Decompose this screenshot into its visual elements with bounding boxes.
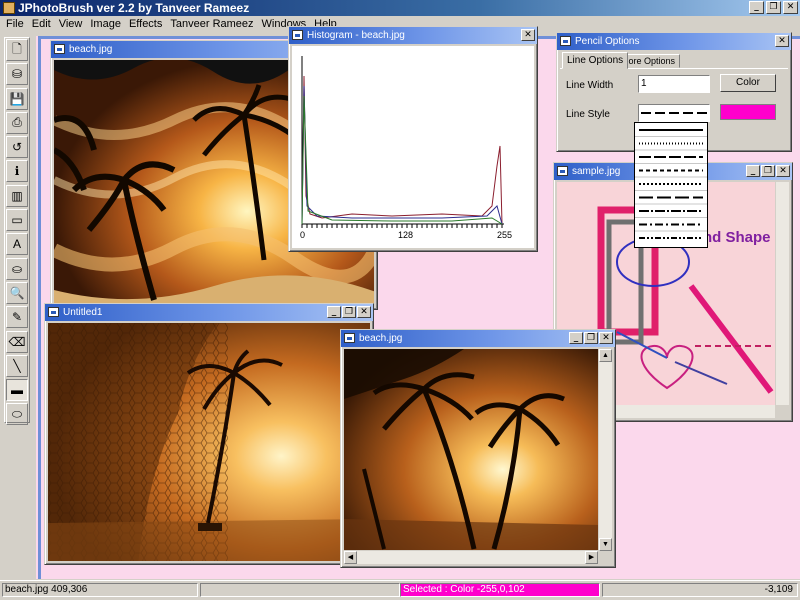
window-title: Histogram - beach.jpg xyxy=(307,30,405,41)
horizontal-scrollbar[interactable]: ◀ ▶ xyxy=(344,551,598,564)
image-icon xyxy=(54,44,65,54)
mosaic-beach-image xyxy=(48,323,370,561)
sample-text: nd Shape xyxy=(703,229,771,246)
window-title: sample.jpg xyxy=(572,166,621,177)
close-button[interactable]: ✕ xyxy=(775,35,789,47)
rectangle-tool-icon[interactable]: ▬ xyxy=(6,379,28,402)
close-button[interactable]: ✕ xyxy=(776,165,790,177)
histogram-window[interactable]: Histogram - beach.jpg ✕ 0 128 255 xyxy=(288,26,538,252)
undo-icon[interactable]: ↺ xyxy=(6,136,28,159)
beach-window-2[interactable]: beach.jpg _ ❐ ✕ ▲ ▼ ◀ ▶ xyxy=(340,329,616,568)
app-title-bar[interactable]: JPhotoBrush ver 2.2 by Tanveer Rameez _ … xyxy=(0,0,800,16)
scroll-down-button[interactable]: ▼ xyxy=(599,538,612,551)
eyedropper-icon[interactable]: ✎ xyxy=(6,306,28,329)
info-icon[interactable]: ℹ xyxy=(6,160,28,183)
status-selected-color: Selected : Color -255,0,102 xyxy=(400,583,600,597)
restore-button[interactable]: ❐ xyxy=(584,332,598,344)
close-button[interactable]: ✕ xyxy=(521,29,535,41)
rectangle-select-icon[interactable]: ▭ xyxy=(6,209,28,232)
axis-label-0: 0 xyxy=(300,230,305,240)
ellipse-tool-icon[interactable]: ⬭ xyxy=(6,403,28,426)
image-canvas[interactable] xyxy=(48,323,370,561)
image-icon xyxy=(557,166,568,176)
restore-button[interactable]: ❐ xyxy=(342,306,356,318)
open-file-icon[interactable]: ⛁ xyxy=(6,63,28,86)
zoom-icon[interactable]: 🔍 xyxy=(6,281,28,304)
line-width-input[interactable]: 1 xyxy=(638,75,710,93)
scroll-left-button[interactable]: ◀ xyxy=(344,551,357,564)
scroll-right-button[interactable]: ▶ xyxy=(585,551,598,564)
restore-button[interactable]: ❐ xyxy=(761,165,775,177)
line-style-label: Line Style xyxy=(566,109,610,120)
new-file-icon[interactable]: 🗋 xyxy=(6,39,28,61)
line-style-select[interactable] xyxy=(638,104,710,122)
window-title: beach.jpg xyxy=(69,44,113,55)
restore-button[interactable]: ❐ xyxy=(766,1,781,14)
close-button[interactable]: ✕ xyxy=(357,306,371,318)
menu-image[interactable]: Image xyxy=(86,17,125,32)
fill-bucket-icon[interactable]: ⛀ xyxy=(6,257,28,280)
menu-effects[interactable]: Effects xyxy=(125,17,166,32)
menu-edit[interactable]: Edit xyxy=(28,17,55,32)
status-empty xyxy=(200,583,400,597)
histogram-plot: 0 128 255 xyxy=(300,56,512,240)
window-title: Untitled1 xyxy=(63,307,103,318)
window-title-bar[interactable]: Untitled1 _ ❐ ✕ xyxy=(45,304,373,321)
line-width-label: Line Width xyxy=(566,80,614,91)
app-icon xyxy=(3,2,15,14)
histogram-icon xyxy=(292,30,303,40)
vertical-scrollbar[interactable] xyxy=(776,182,789,405)
tool-palette: 🗋 ⛁ 💾 ⎙ ↺ ℹ ▥ ▭ A ⛀ 🔍 ✎ ⌫ ╲ ▬ ⬭ xyxy=(4,37,30,426)
color-button[interactable]: Color xyxy=(720,74,776,92)
minimize-button[interactable]: _ xyxy=(749,1,764,14)
histogram-area: 0 128 255 xyxy=(292,46,534,248)
status-coordinates: beach.jpg 409,306 xyxy=(2,583,198,597)
window-title-bar[interactable]: Histogram - beach.jpg ✕ xyxy=(289,27,537,44)
menu-tanveer[interactable]: Tanveer Rameez xyxy=(166,17,257,32)
vertical-scrollbar[interactable]: ▲ ▼ xyxy=(599,349,612,551)
window-title-bar[interactable]: Pencil Options ✕ xyxy=(557,33,791,50)
image-icon xyxy=(48,307,59,317)
axis-label-255: 255 xyxy=(497,230,512,240)
close-button[interactable]: ✕ xyxy=(599,332,613,344)
line-tool-icon[interactable]: ╲ xyxy=(6,354,28,377)
scroll-up-button[interactable]: ▲ xyxy=(599,349,612,362)
line-style-dropdown[interactable] xyxy=(634,122,708,248)
close-button[interactable]: ✕ xyxy=(783,1,798,14)
tab-line-options[interactable]: Line Options xyxy=(562,52,629,69)
line-style-preview xyxy=(641,112,707,114)
untitled-window[interactable]: Untitled1 _ ❐ ✕ xyxy=(44,303,374,565)
image-canvas[interactable] xyxy=(344,349,598,551)
minimize-button[interactable]: _ xyxy=(327,306,341,318)
menu-view[interactable]: View xyxy=(55,17,87,32)
pencil-icon xyxy=(560,36,571,46)
text-tool-icon[interactable]: A xyxy=(6,233,28,256)
app-title: JPhotoBrush ver 2.2 by Tanveer Rameez xyxy=(18,1,250,15)
window-title: beach.jpg xyxy=(359,333,403,344)
line-style-options xyxy=(635,129,707,239)
minimize-button[interactable]: _ xyxy=(746,165,760,177)
palette-icon[interactable]: ▥ xyxy=(6,184,28,207)
minimize-button[interactable]: _ xyxy=(569,332,583,344)
status-bar: beach.jpg 409,306 Selected : Color -255,… xyxy=(0,580,800,600)
beach-image xyxy=(344,349,598,550)
menu-file[interactable]: File xyxy=(2,17,28,32)
axis-label-128: 128 xyxy=(398,230,413,240)
window-title: Pencil Options xyxy=(575,36,640,47)
color-swatch xyxy=(720,104,776,120)
print-icon[interactable]: ⎙ xyxy=(6,111,28,134)
window-title-bar[interactable]: beach.jpg _ ❐ ✕ xyxy=(341,330,615,347)
eraser-icon[interactable]: ⌫ xyxy=(6,330,28,353)
image-icon xyxy=(344,333,355,343)
status-cursor-position: -3,109 xyxy=(602,583,798,597)
save-icon[interactable]: 💾 xyxy=(6,87,28,110)
